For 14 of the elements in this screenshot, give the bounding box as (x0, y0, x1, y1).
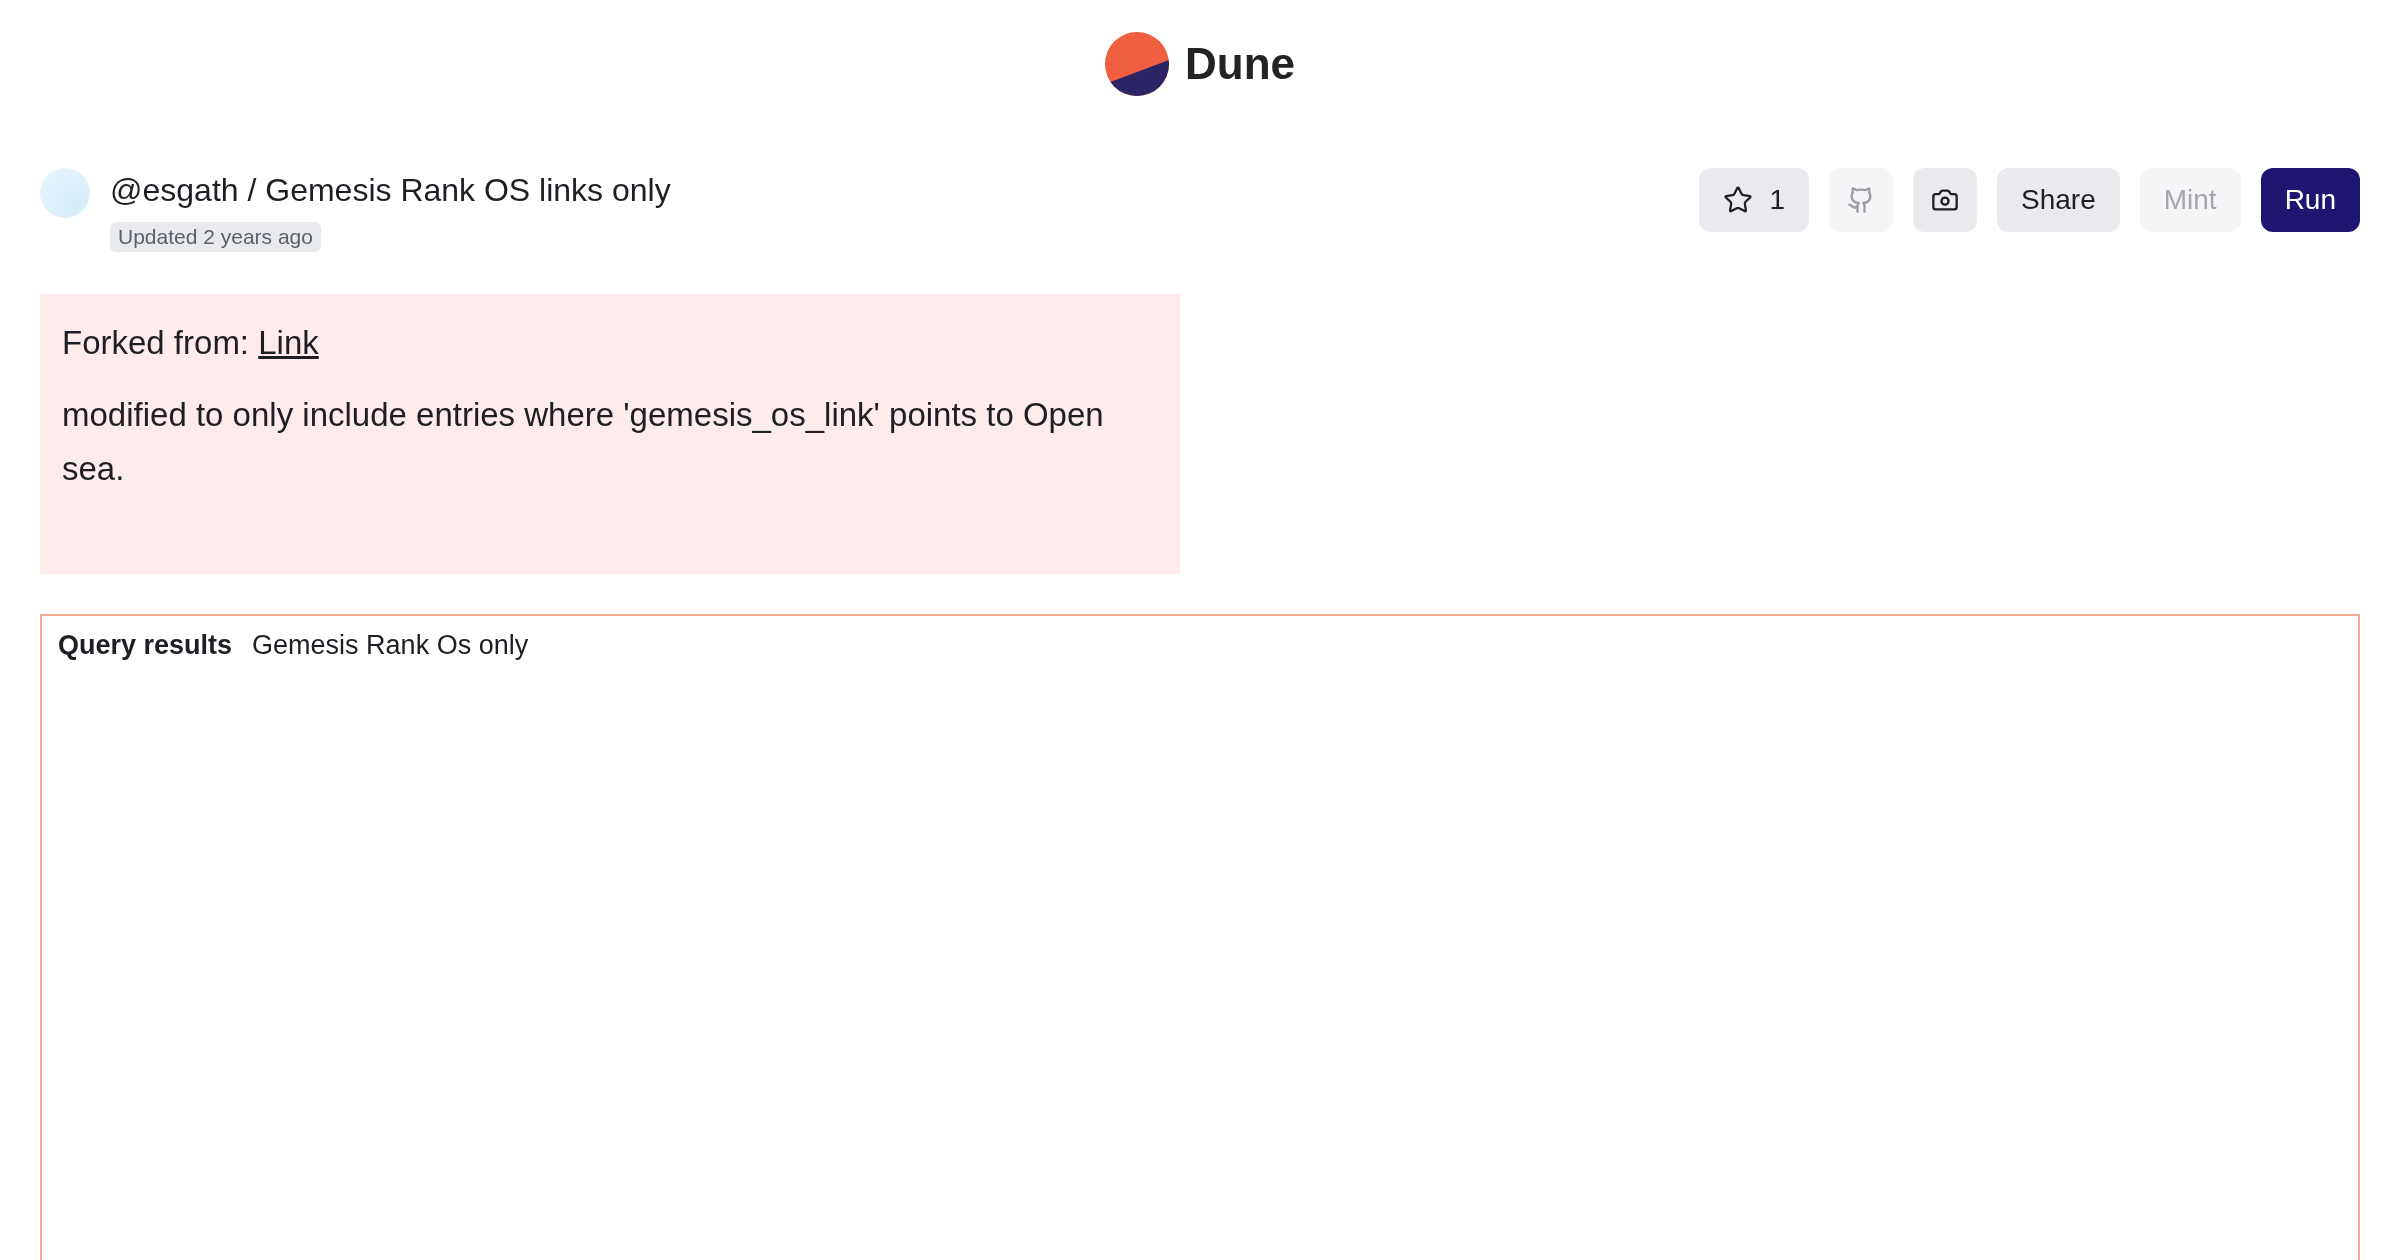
snapshot-button[interactable] (1913, 168, 1977, 232)
star-button[interactable]: 1 (1699, 168, 1809, 232)
fork-link[interactable]: Link (258, 324, 319, 361)
description-text: modified to only include entries where 'gemesis_os_link' points to Open sea. (62, 395, 1105, 489)
run-button[interactable]: Run (2260, 168, 2360, 232)
results-tab[interactable]: Gemesis Rank Os only (252, 630, 529, 661)
forked-label: Forked from: (62, 324, 250, 361)
avatar (40, 168, 90, 218)
share-button[interactable]: Share (1997, 168, 2120, 232)
star-icon (1723, 185, 1754, 215)
updated-badge: Updated 2 years ago (110, 222, 321, 252)
brand-name: Dune (1185, 39, 1295, 89)
query-title: @esgath / Gemesis Rank OS links only (110, 171, 671, 210)
results-label: Query results (58, 630, 233, 661)
